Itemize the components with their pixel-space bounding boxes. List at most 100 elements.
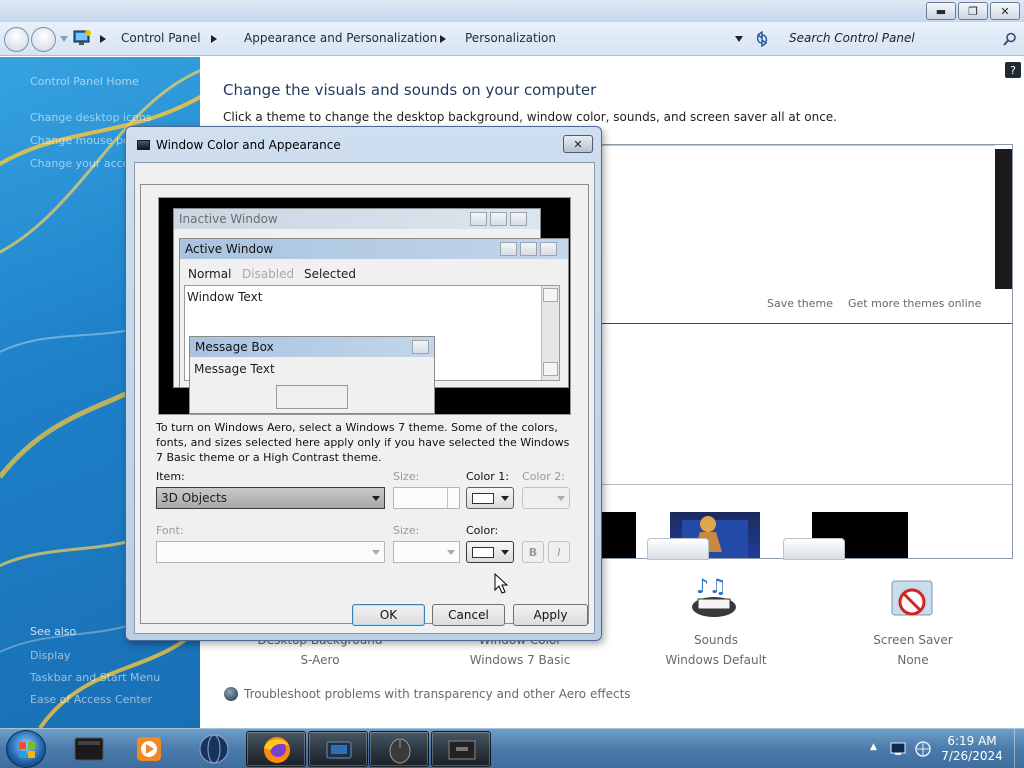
aero-description: To turn on Windows Aero, select a Window…	[156, 421, 570, 464]
display-link[interactable]: Display	[30, 649, 71, 662]
minimize-icon: ▬	[935, 4, 947, 18]
preview-close-button	[540, 242, 557, 256]
see-also-heading: See also	[30, 625, 77, 638]
control-panel-home-link[interactable]: Control Panel Home	[30, 75, 139, 88]
troubleshoot-icon	[224, 687, 238, 701]
preview-menu-disabled: Disabled	[242, 267, 295, 281]
divider	[600, 484, 1012, 485]
save-theme-link[interactable]: Save theme	[767, 297, 833, 310]
forward-button[interactable]	[31, 27, 56, 52]
preview-minimize-button	[500, 242, 517, 256]
sounds-label[interactable]: Sounds	[646, 633, 786, 647]
control-panel-icon	[326, 741, 352, 759]
screen-saver-value: None	[897, 653, 929, 667]
font-select[interactable]	[156, 541, 385, 563]
dialog-close-button[interactable]: ✕	[563, 135, 593, 153]
troubleshoot-link[interactable]: Troubleshoot problems with transparency …	[244, 687, 631, 701]
color1-label: Color 1:	[466, 470, 509, 483]
taskbar-item-mouse-settings[interactable]	[369, 731, 429, 767]
theme-color-badge	[783, 538, 845, 560]
clock-date: 7/26/2024	[941, 749, 1003, 763]
chevron-down-icon	[501, 550, 509, 555]
taskbar-item-window-color[interactable]	[431, 731, 491, 767]
address-bar: Control Panel Appearance and Personaliza…	[0, 22, 1024, 56]
theme-color-badge	[647, 538, 709, 560]
breadcrumb-separator-icon	[100, 35, 106, 43]
apply-button[interactable]: Apply	[513, 604, 588, 626]
size-spinner[interactable]	[393, 487, 460, 509]
svg-text:♪♫: ♪♫	[696, 577, 727, 598]
theme-list-scrollbar[interactable]	[995, 149, 1012, 289]
sounds-icon[interactable]: ♪♫	[688, 577, 740, 623]
firefox-icon	[264, 737, 290, 763]
help-icon[interactable]: ?	[1005, 62, 1021, 78]
font-color-picker[interactable]	[466, 541, 514, 563]
preview-menu-normal: Normal	[188, 267, 232, 281]
control-panel-icon	[73, 30, 91, 45]
ok-button[interactable]: OK	[352, 604, 425, 626]
back-button[interactable]	[4, 27, 29, 52]
show-hidden-icons-button[interactable]: ▲	[870, 742, 877, 752]
get-more-themes-link[interactable]: Get more themes online	[848, 297, 981, 310]
chevron-down-icon	[501, 496, 509, 501]
breadcrumb-appearance[interactable]: Appearance and Personalization	[244, 31, 437, 45]
show-desktop-button[interactable]	[1014, 729, 1024, 768]
page-title: Change the visuals and sounds on your co…	[223, 81, 597, 99]
taskbar-start-menu-link[interactable]: Taskbar and Start Menu	[30, 671, 160, 684]
screen-saver-label[interactable]: Screen Saver	[843, 633, 983, 647]
window-color-icon	[448, 740, 476, 760]
change-desktop-icons-link[interactable]: Change desktop icons	[30, 111, 152, 124]
dialog-app-icon	[137, 140, 150, 150]
font-color-label: Color:	[466, 524, 499, 537]
refresh-icon[interactable]	[755, 31, 769, 47]
font-color-swatch	[472, 547, 494, 558]
breadcrumb-separator-icon[interactable]	[440, 35, 446, 43]
preview-menu-selected: Selected	[304, 267, 357, 281]
search-input[interactable]: Search Control Panel	[780, 28, 1020, 50]
taskbar-item-control-panel[interactable]	[308, 731, 368, 767]
color2-picker[interactable]	[522, 487, 570, 509]
font-label: Font:	[156, 524, 184, 537]
taskbar-item-media-player[interactable]	[120, 731, 180, 767]
item-select[interactable]: 3D Objects	[156, 487, 385, 509]
close-button[interactable]: ✕	[990, 2, 1020, 20]
screen-saver-icon[interactable]	[888, 577, 938, 625]
color1-picker[interactable]	[466, 487, 514, 509]
media-player-icon	[137, 737, 161, 761]
size-label: Size:	[393, 470, 420, 483]
dialog-body: Inactive Window Active Window Normal Dis…	[134, 162, 595, 634]
breadcrumb-separator-icon[interactable]	[211, 35, 217, 43]
recent-pages-icon[interactable]	[60, 36, 68, 42]
font-size-select[interactable]	[393, 541, 460, 563]
theme-list[interactable]	[600, 144, 1013, 559]
network-icon[interactable]	[914, 740, 932, 758]
clock-time: 6:19 AM	[947, 734, 997, 748]
breadcrumb-personalization[interactable]: Personalization	[465, 31, 556, 45]
italic-button[interactable]: I	[548, 541, 570, 563]
taskbar-item-browser[interactable]	[184, 731, 244, 767]
address-dropdown-icon[interactable]	[735, 36, 743, 42]
spinner-icon[interactable]	[447, 488, 459, 508]
search-icon[interactable]	[1003, 32, 1017, 46]
item-select-value: 3D Objects	[161, 491, 228, 505]
close-icon: ✕	[573, 137, 583, 151]
preview-close-button	[510, 212, 527, 226]
windows-logo-icon	[19, 742, 35, 758]
action-center-icon[interactable]	[890, 742, 906, 756]
maximize-button[interactable]: ❐	[958, 2, 988, 20]
taskbar-item-explorer[interactable]	[60, 731, 120, 767]
theme-thumbnail[interactable]	[600, 512, 636, 558]
breadcrumb-control-panel[interactable]: Control Panel	[121, 31, 201, 45]
maximize-icon: ❐	[968, 4, 978, 18]
dialog-title: Window Color and Appearance	[156, 138, 341, 152]
system-clock[interactable]: 6:19 AM 7/26/2024	[932, 734, 1012, 764]
cancel-button[interactable]: Cancel	[432, 604, 505, 626]
start-button[interactable]	[6, 730, 46, 768]
preview-close-button	[412, 340, 429, 354]
ease-of-access-link[interactable]: Ease of Access Center	[30, 693, 152, 706]
preview-message-box-title: Message Box	[190, 337, 434, 357]
taskbar-item-firefox[interactable]	[246, 731, 306, 767]
appearance-preview: Inactive Window Active Window Normal Dis…	[158, 197, 571, 415]
minimize-button[interactable]: ▬	[926, 2, 956, 20]
bold-button[interactable]: B	[522, 541, 544, 563]
